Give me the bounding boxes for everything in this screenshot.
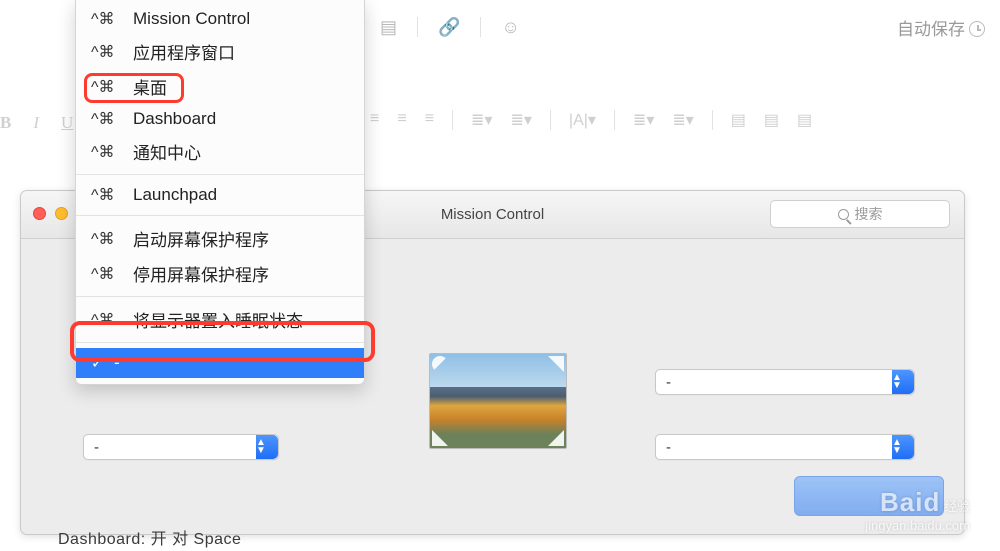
corner-br-select[interactable]: - ▲ ▼ (655, 434, 915, 460)
sep-icon (480, 17, 481, 37)
bottom-cut-text: Dashboard: 开 对 Space (58, 525, 241, 549)
corner-tr-select[interactable]: - ▲ ▼ (655, 369, 915, 395)
menu-label: 将显示器置入睡眠状态 (133, 307, 303, 332)
align-left-icon[interactable]: ≡ (370, 110, 379, 130)
align-center-icon[interactable]: ≡ (397, 110, 406, 130)
hot-corner-menu[interactable]: ^⌘ Mission Control ^⌘ 应用程序窗口 ^⌘ 桌面 ^⌘ Da… (75, 0, 365, 385)
menu-label: - (114, 353, 120, 373)
menu-label: 启动屏幕保护程序 (133, 226, 269, 251)
search-placeholder: 搜索 (855, 204, 883, 224)
menu-separator (76, 296, 364, 297)
select-value: - (666, 439, 671, 456)
clock-icon (969, 21, 985, 37)
shortcut-label: ^⌘ (91, 142, 127, 162)
toolbar-icons: ▤ 🔗 ☺ (380, 17, 520, 38)
check-icon: ✓ (91, 354, 104, 372)
ordered-list-icon[interactable]: ≣▾ (672, 110, 693, 130)
menu-item-mission-control[interactable]: ^⌘ Mission Control (76, 4, 364, 34)
select-value: - (666, 374, 671, 391)
letterspace-icon[interactable]: |A|▾ (569, 110, 596, 130)
window-title: Mission Control (441, 206, 544, 223)
toolbar-separator (614, 110, 615, 130)
sep-icon (417, 17, 418, 37)
note-icon[interactable]: ▤ (380, 17, 397, 38)
shortcut-label: ^⌘ (91, 9, 127, 29)
corner-tl-icon (432, 356, 448, 372)
toolbar-separator (712, 110, 713, 130)
menu-label: Launchpad (133, 185, 217, 205)
select-value: - (94, 439, 99, 456)
indent-left-icon[interactable]: ▤ (731, 110, 746, 130)
list-icon[interactable]: ≣▾ (633, 110, 654, 130)
shortcut-label: ^⌘ (91, 42, 127, 62)
corner-bl-icon (432, 430, 448, 446)
indent-center-icon[interactable]: ▤ (764, 110, 779, 130)
menu-item-dashboard[interactable]: ^⌘ Dashboard (76, 104, 364, 134)
menu-label: 应用程序窗口 (133, 39, 235, 64)
menu-item-sleep-display[interactable]: ^⌘ 将显示器置入睡眠状态 (76, 302, 364, 337)
corner-bl-select[interactable]: - ▲ ▼ (83, 434, 279, 460)
hot-corners-thumbnail (429, 353, 567, 449)
lineheight-icon[interactable]: ≣▾ (471, 110, 492, 130)
stepper-arrows-icon: ▲ ▼ (256, 435, 278, 459)
menu-separator (76, 174, 364, 175)
menu-item-disable-screensaver[interactable]: ^⌘ 停用屏幕保护程序 (76, 256, 364, 291)
shortcut-label: ^⌘ (91, 264, 127, 284)
spacing-icon[interactable]: ≣▾ (510, 110, 531, 130)
search-input[interactable]: 搜索 (770, 200, 950, 228)
menu-item-launchpad[interactable]: ^⌘ Launchpad (76, 180, 364, 210)
menu-item-desktop[interactable]: ^⌘ 桌面 (76, 69, 364, 104)
menu-item-notification-center[interactable]: ^⌘ 通知中心 (76, 134, 364, 169)
corner-tr-icon (548, 356, 564, 372)
link-icon[interactable]: 🔗 (438, 17, 460, 38)
shortcut-label: ^⌘ (91, 109, 127, 129)
shortcut-label: ^⌘ (91, 229, 127, 249)
corner-br-icon (548, 430, 564, 446)
menu-label: Dashboard (133, 109, 216, 129)
align-right-icon[interactable]: ≡ (425, 110, 434, 130)
shortcut-label: ^⌘ (91, 185, 127, 205)
menu-separator (76, 215, 364, 216)
minimize-button[interactable] (55, 207, 68, 220)
ok-button[interactable] (794, 476, 944, 516)
menu-label: Mission Control (133, 9, 250, 29)
menu-item-app-windows[interactable]: ^⌘ 应用程序窗口 (76, 34, 364, 69)
menu-label: 通知中心 (133, 139, 201, 164)
indent-right-icon[interactable]: ▤ (797, 110, 812, 130)
shortcut-label: ^⌘ (91, 310, 127, 330)
emoji-icon[interactable]: ☺ (501, 17, 519, 38)
menu-separator (76, 342, 364, 343)
search-icon (838, 209, 849, 220)
close-button[interactable] (33, 207, 46, 220)
shortcut-label: ^⌘ (91, 77, 127, 97)
stepper-arrows-icon: ▲ ▼ (892, 370, 914, 394)
menu-item-none[interactable]: ✓ - (76, 348, 364, 378)
menu-label: 桌面 (133, 74, 167, 99)
toolbar-separator (550, 110, 551, 130)
menu-item-start-screensaver[interactable]: ^⌘ 启动屏幕保护程序 (76, 221, 364, 256)
menu-label: 停用屏幕保护程序 (133, 261, 269, 286)
auto-save-label: 自动保存 (897, 15, 985, 40)
stepper-arrows-icon: ▲ ▼ (892, 435, 914, 459)
toolbar-separator (452, 110, 453, 130)
